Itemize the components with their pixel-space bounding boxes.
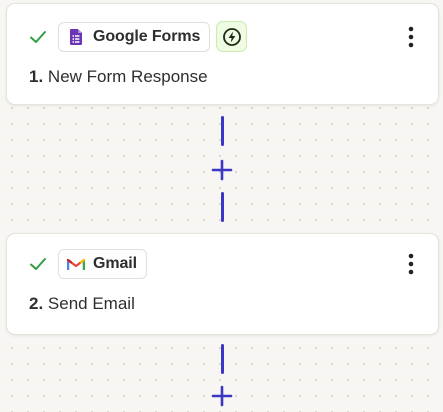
step-number: 1. (29, 67, 44, 86)
step-number: 2. (29, 294, 44, 313)
check-icon (30, 258, 46, 270)
step-title-text: New Form Response (47, 67, 208, 86)
step-card-2[interactable]: Gmail 2. Send Email (6, 233, 439, 335)
step-card-header: Gmail (28, 249, 147, 279)
google-forms-icon (70, 28, 82, 45)
instant-trigger-bolt-icon (222, 27, 241, 46)
connector-line-next (221, 344, 224, 374)
step-title-text: Send Email (47, 294, 135, 313)
more-vertical-icon[interactable] (406, 26, 416, 48)
check-icon (30, 30, 46, 43)
plus-icon[interactable] (210, 384, 234, 408)
connector-line-bottom (221, 192, 224, 222)
connector-line-top (221, 116, 224, 146)
gmail-icon (67, 258, 85, 270)
plus-icon[interactable] (210, 158, 234, 182)
app-name: Gmail (93, 255, 137, 272)
step-card-header: Google Forms (28, 21, 248, 52)
app-chip-gmail[interactable]: Gmail (58, 249, 147, 279)
more-vertical-icon[interactable] (406, 253, 416, 275)
step-title: 2. Send Email (29, 294, 135, 314)
app-name: Google Forms (93, 27, 201, 45)
step-card-1[interactable]: Google Forms 1. New Form Response (6, 3, 439, 105)
instant-trigger-badge[interactable] (216, 21, 248, 52)
step-title: 1. New Form Response (29, 67, 208, 87)
app-chip-google-forms[interactable]: Google Forms (58, 21, 211, 52)
